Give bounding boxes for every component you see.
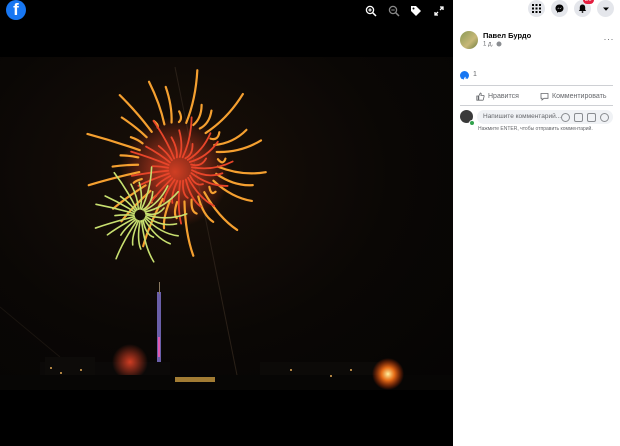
comment-button[interactable]: Комментировать	[540, 89, 607, 103]
firework-streak	[177, 110, 183, 124]
like-button[interactable]: Нравится	[476, 89, 519, 103]
fullscreen-icon[interactable]	[432, 4, 446, 18]
notifications-badge: 20	[583, 0, 594, 4]
gif-icon[interactable]	[587, 113, 596, 122]
zoom-out-icon[interactable]	[387, 4, 401, 18]
post-side-panel: 20 Павел Бурдо 1 д. ··· 1 Нравится Комме…	[453, 0, 620, 446]
comment-input[interactable]: Напишите комментарий...	[477, 110, 613, 124]
camera-icon[interactable]	[574, 113, 583, 122]
firework-streak	[185, 69, 199, 124]
fireworks-photo[interactable]	[0, 57, 453, 391]
firework-streak	[164, 85, 173, 124]
firework-streak	[137, 220, 142, 250]
account-menu-chevron-icon[interactable]	[597, 0, 614, 17]
emoji-icon[interactable]	[561, 113, 570, 122]
post-time: 1 д.	[483, 41, 502, 48]
comment-input-placeholder: Напишите комментарий...	[483, 113, 562, 120]
comment-enter-hint: Нажмите ENTER, чтобы отправить комментар…	[478, 126, 593, 132]
zoom-in-icon[interactable]	[364, 4, 378, 18]
menu-grid-icon[interactable]	[528, 0, 545, 17]
like-button-label: Нравится	[488, 92, 519, 100]
comment-input-tools	[561, 113, 609, 122]
fireworks-image	[0, 66, 453, 391]
like-reaction-icon	[460, 71, 469, 83]
comment-bubble-icon	[540, 92, 549, 101]
facebook-logo-letter: f	[13, 0, 19, 19]
globe-icon	[496, 41, 502, 47]
post-author-header: Павел Бурдо 1 д. ···	[460, 31, 614, 51]
online-status-dot	[469, 120, 475, 126]
actions-top-divider	[460, 85, 613, 86]
thumbs-up-icon	[476, 92, 485, 101]
messenger-icon[interactable]	[551, 0, 568, 17]
comment-composer: Напишите комментарий...	[460, 110, 613, 126]
post-time-text[interactable]: 1 д.	[483, 42, 493, 48]
photo-viewer: f	[0, 0, 453, 446]
firework-streak	[147, 80, 166, 126]
more-options-button[interactable]: ···	[604, 34, 615, 44]
firework-streak	[114, 214, 135, 217]
notifications-bell-icon[interactable]: 20	[574, 0, 594, 17]
author-name[interactable]: Павел Бурдо	[483, 31, 531, 40]
top-nav: 20	[453, 0, 620, 20]
reactions-count: 1	[473, 71, 477, 78]
tag-icon[interactable]	[409, 4, 423, 18]
author-avatar[interactable]	[460, 31, 478, 49]
actions-bottom-divider	[460, 105, 613, 106]
comment-button-label: Комментировать	[552, 92, 607, 100]
facebook-logo-icon[interactable]: f	[6, 0, 26, 20]
sticker-icon[interactable]	[600, 113, 609, 122]
